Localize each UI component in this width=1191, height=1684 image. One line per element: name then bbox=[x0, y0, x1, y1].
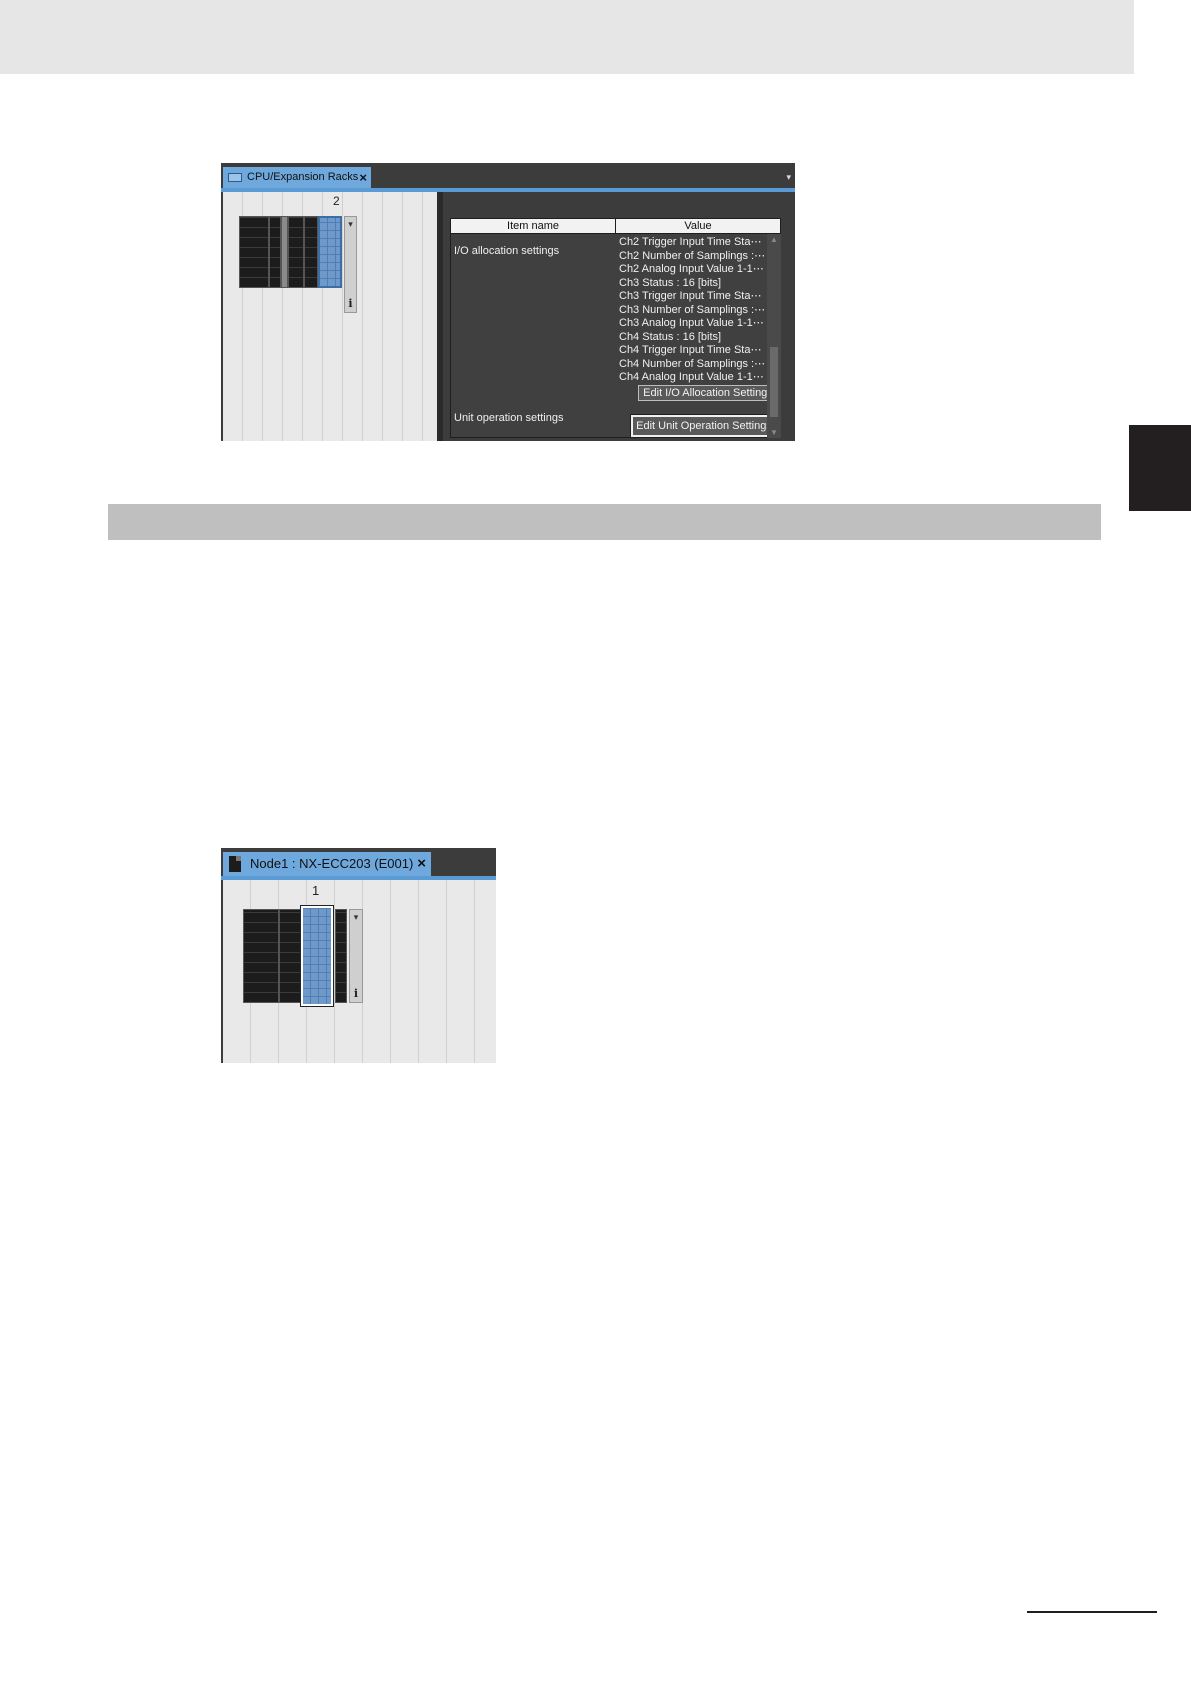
column-header-value: Value bbox=[684, 220, 712, 232]
cpu-expansion-racks-window: CPU/Expansion Racks × ▾ 2 ▾ i Item name … bbox=[221, 163, 795, 441]
selected-analog-input-unit[interactable] bbox=[300, 905, 334, 1007]
unit-settings-pane: Item name Value I/O allocation settings … bbox=[443, 192, 795, 441]
footer-rule bbox=[1027, 1611, 1157, 1613]
tab-strip: Node1 : NX-ECC203 (E001) × bbox=[221, 848, 496, 880]
rack-view: 2 ▾ i bbox=[223, 192, 437, 441]
slot-number: 1 bbox=[312, 883, 320, 898]
table-header: Item name Value bbox=[451, 219, 780, 234]
io-allocation-settings-label: I/O allocation settings bbox=[454, 245, 560, 257]
list-item: Ch2 Analog Input Value 1-1⋯ bbox=[619, 263, 764, 275]
column-header-item-name: Item name bbox=[451, 219, 616, 233]
selected-analog-input-unit[interactable] bbox=[318, 216, 342, 288]
list-item: Ch4 Analog Input Value 1-1⋯ bbox=[619, 371, 764, 383]
io-unit[interactable] bbox=[288, 216, 304, 288]
tab-label: Node1 : NX-ECC203 (E001) bbox=[250, 856, 414, 871]
node1-window: Node1 : NX-ECC203 (E001) × 1 ▾ i bbox=[221, 848, 496, 1063]
rack-scroll-strip[interactable]: ▾ i bbox=[349, 909, 363, 1003]
chevron-down-icon[interactable]: ▾ bbox=[350, 912, 362, 923]
chevron-up-icon[interactable]: ▲ bbox=[767, 235, 781, 244]
close-icon[interactable]: × bbox=[359, 167, 367, 188]
list-item: Ch4 Status : 16 [bits] bbox=[619, 330, 722, 343]
unit-operation-settings-label: Unit operation settings bbox=[454, 412, 564, 424]
list-item: Ch3 Trigger Input Time Sta⋯ bbox=[619, 290, 762, 302]
info-icon[interactable]: i bbox=[345, 297, 356, 310]
edit-io-allocation-settings-button[interactable]: Edit I/O Allocation Settings bbox=[638, 385, 778, 401]
coupler-io-unit[interactable] bbox=[279, 909, 301, 1003]
edit-unit-operation-settings-button[interactable]: Edit Unit Operation Settings bbox=[630, 414, 778, 438]
list-item: Ch4 Number of Samplings :⋯ bbox=[619, 357, 765, 370]
end-cover-unit[interactable] bbox=[281, 216, 288, 288]
settings-table: Item name Value I/O allocation settings … bbox=[450, 218, 781, 438]
chevron-down-icon[interactable]: ▾ bbox=[345, 219, 356, 230]
ethercat-coupler-unit[interactable] bbox=[243, 909, 279, 1003]
chevron-down-icon[interactable]: ▼ bbox=[767, 428, 781, 437]
tab-cpu-expansion-racks[interactable]: CPU/Expansion Racks × bbox=[223, 167, 371, 188]
info-icon[interactable]: i bbox=[350, 987, 362, 1000]
io-allocation-value-list: Ch2 Trigger Input Time Sta⋯ Ch2 Number o… bbox=[619, 236, 765, 385]
page-header-band bbox=[0, 0, 1134, 74]
table-scrollbar[interactable]: ▲ ▼ bbox=[767, 234, 781, 438]
list-item: Ch3 Number of Samplings :⋯ bbox=[619, 303, 765, 316]
section-heading-bar bbox=[108, 504, 1101, 540]
chapter-side-tab bbox=[1129, 425, 1191, 511]
io-unit[interactable] bbox=[304, 216, 318, 288]
coupler-unit-icon bbox=[229, 856, 241, 872]
tab-label: CPU/Expansion Racks bbox=[247, 171, 359, 183]
slot-number: 2 bbox=[333, 194, 340, 208]
rack-view: 1 ▾ i bbox=[223, 880, 496, 1063]
close-icon[interactable]: × bbox=[417, 852, 426, 876]
list-item: Ch2 Number of Samplings :⋯ bbox=[619, 249, 765, 262]
rack-scroll-strip[interactable]: ▾ i bbox=[344, 216, 357, 313]
rack-icon bbox=[228, 173, 242, 182]
list-item: Ch2 Trigger Input Time Sta⋯ bbox=[619, 236, 762, 248]
tab-node1[interactable]: Node1 : NX-ECC203 (E001) × bbox=[223, 852, 431, 876]
scrollbar-thumb[interactable] bbox=[770, 347, 778, 417]
cpu-unit[interactable] bbox=[239, 216, 269, 288]
tab-menu-chevron-down-icon[interactable]: ▾ bbox=[786, 172, 791, 183]
list-item: Ch3 Analog Input Value 1-1⋯ bbox=[619, 317, 764, 329]
list-item: Ch3 Status : 16 [bits] bbox=[619, 276, 722, 289]
end-cover-unit[interactable] bbox=[335, 909, 347, 1003]
list-item: Ch4 Trigger Input Time Sta⋯ bbox=[619, 344, 762, 356]
tab-strip: CPU/Expansion Racks × ▾ bbox=[221, 163, 795, 192]
power-unit[interactable] bbox=[269, 216, 281, 288]
